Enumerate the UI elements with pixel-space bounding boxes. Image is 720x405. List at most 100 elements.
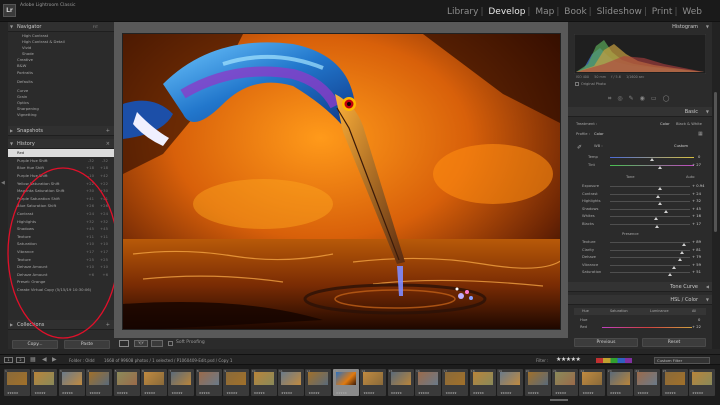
- filmstrip-thumbnail[interactable]: 5 ★★★★★: [113, 369, 140, 396]
- basic-header[interactable]: Basic ▼: [568, 107, 712, 117]
- color-label-filter[interactable]: [596, 358, 632, 363]
- paste-button[interactable]: Paste: [64, 340, 110, 349]
- module-map[interactable]: Map: [535, 7, 554, 17]
- module-develop[interactable]: Develop: [488, 7, 525, 17]
- filmstrip-thumbnail[interactable]: 25 ★★★★★: [661, 369, 688, 396]
- clear-history-icon[interactable]: ×: [106, 139, 110, 149]
- filmstrip-thumbnail[interactable]: 17 ★★★★★: [442, 369, 469, 396]
- slider-knob[interactable]: [680, 250, 684, 254]
- filmstrip-thumbnail[interactable]: 13 ★★★★★: [332, 369, 359, 396]
- filmstrip-thumbnail[interactable]: 6 ★★★★★: [141, 369, 167, 396]
- snapshots-header[interactable]: ▶ Snapshots +: [8, 126, 114, 137]
- slider-knob[interactable]: [668, 273, 672, 277]
- radial-tool-icon[interactable]: ◯: [663, 95, 676, 102]
- reset-button[interactable]: Reset: [642, 338, 706, 347]
- develop-photo[interactable]: [122, 33, 561, 330]
- slider-knob[interactable]: [654, 217, 659, 221]
- temp-value[interactable]: 0: [698, 155, 700, 159]
- hsl-tab-saturation[interactable]: Saturation: [610, 308, 628, 315]
- filmstrip-thumbnail[interactable]: 2 ★★★★★: [31, 369, 58, 396]
- slider-value[interactable]: + 32: [692, 199, 701, 203]
- hsl-hue-value[interactable]: 0: [698, 318, 700, 322]
- right-scrollbar[interactable]: [712, 22, 720, 349]
- tone-curve-header[interactable]: Tone Curve ◀: [568, 282, 712, 292]
- slider-knob[interactable]: [681, 243, 686, 246]
- module-library[interactable]: Library: [447, 7, 478, 17]
- navigator-header[interactable]: ▼ Navigator FIT: [8, 22, 114, 32]
- tint-slider[interactable]: [610, 165, 694, 166]
- page-1-icon[interactable]: 1: [4, 357, 13, 363]
- navigator-fit[interactable]: FIT: [93, 22, 98, 32]
- filmstrip-source[interactable]: Folder : Oldd: [69, 358, 95, 363]
- adjustment-slider[interactable]: [610, 216, 690, 218]
- filmstrip-scrollbar[interactable]: [0, 398, 720, 402]
- profile-dropdown[interactable]: Color: [594, 132, 604, 136]
- filmstrip-thumbnail[interactable]: 7 ★★★★★: [168, 369, 195, 396]
- filmstrip-thumbnail[interactable]: 16 ★★★★★: [415, 369, 441, 396]
- histogram-header[interactable]: Histogram ▼: [568, 22, 712, 32]
- filmstrip-thumbnail[interactable]: 20 ★★★★★: [524, 369, 551, 396]
- profile-browser-icon[interactable]: ▦: [698, 131, 703, 137]
- slider-knob[interactable]: [655, 225, 660, 228]
- wb-eyedropper-icon[interactable]: ✐: [577, 144, 582, 151]
- auto-tone-button[interactable]: Auto: [686, 175, 695, 179]
- slider-knob[interactable]: [657, 187, 662, 190]
- filmstrip-thumbnail[interactable]: 11 ★★★★★: [278, 369, 304, 396]
- red-eye-icon[interactable]: ◉: [640, 95, 651, 102]
- hsl-header[interactable]: HSL / Color ▼: [568, 295, 712, 305]
- filmstrip-thumbnail[interactable]: 14 ★★★★★: [360, 369, 387, 396]
- original-photo-checkbox[interactable]: [575, 82, 579, 86]
- adjustment-slider[interactable]: [610, 249, 690, 251]
- before-after-options-icon[interactable]: [151, 340, 163, 347]
- module-web[interactable]: Web: [682, 7, 702, 17]
- module-book[interactable]: Book: [564, 7, 586, 17]
- copy-button[interactable]: Copy...: [12, 340, 58, 349]
- slider-value[interactable]: + 45: [692, 207, 701, 211]
- slider-knob[interactable]: [664, 209, 668, 213]
- hsl-red-value[interactable]: + 22: [692, 325, 701, 329]
- module-print[interactable]: Print: [652, 7, 673, 17]
- history-header[interactable]: ▼ History ×: [8, 139, 114, 150]
- adjustment-slider[interactable]: [610, 186, 690, 187]
- forward-arrow-icon[interactable]: ▶: [52, 356, 57, 363]
- slider-value[interactable]: + 81: [692, 248, 701, 252]
- adjustment-slider[interactable]: [610, 242, 690, 243]
- filmstrip-thumbnail[interactable]: 21 ★★★★★: [552, 369, 578, 396]
- back-arrow-icon[interactable]: ◀: [42, 356, 47, 363]
- slider-value[interactable]: + 59: [692, 263, 701, 267]
- wb-dropdown[interactable]: Custom: [674, 144, 688, 148]
- page-2-icon[interactable]: 2: [16, 357, 25, 363]
- module-slideshow[interactable]: Slideshow: [597, 7, 642, 17]
- filmstrip-thumbnail[interactable]: 4 ★★★★★: [86, 369, 113, 396]
- slider-knob[interactable]: [657, 202, 662, 206]
- filmstrip-thumbnail[interactable]: 22 ★★★★★: [579, 369, 606, 396]
- filmstrip-thumbnail[interactable]: 18 ★★★★★: [469, 369, 496, 396]
- add-snapshot-icon[interactable]: +: [106, 126, 110, 136]
- slider-value[interactable]: + 79: [692, 255, 701, 259]
- adjustment-slider[interactable]: [610, 208, 690, 210]
- filmstrip-thumbnail[interactable]: 10 ★★★★★: [250, 369, 277, 396]
- before-after-icon[interactable]: Y|Y: [134, 340, 148, 347]
- grid-view-icon[interactable]: ▦: [30, 356, 36, 363]
- slider-value[interactable]: + 16: [692, 214, 701, 218]
- filmstrip-thumbnail[interactable]: 26 ★★★★★: [689, 369, 715, 396]
- filmstrip-thumbnail[interactable]: 15 ★★★★★: [387, 369, 414, 396]
- filmstrip-thumbnail[interactable]: 1 ★★★★★: [4, 369, 30, 396]
- adjustment-slider[interactable]: [610, 193, 690, 195]
- filmstrip-thumbnail[interactable]: 23 ★★★★★: [606, 369, 633, 396]
- slider-value[interactable]: + 0.94: [692, 184, 704, 188]
- crop-tool-icon[interactable]: ⌗: [608, 95, 617, 102]
- history-item[interactable]: Red: [8, 149, 114, 157]
- tint-value[interactable]: + 27: [692, 163, 701, 167]
- tint-slider-knob[interactable]: [658, 166, 662, 169]
- brush-tool-icon[interactable]: ✎: [629, 95, 640, 102]
- custom-filter-dropdown[interactable]: Custom Filter: [654, 357, 710, 364]
- filmstrip-thumbnail[interactable]: 8 ★★★★★: [195, 369, 222, 396]
- filmstrip-thumbnail[interactable]: 19 ★★★★★: [497, 369, 524, 396]
- hsl-tab-all[interactable]: All: [692, 308, 696, 315]
- slider-knob[interactable]: [678, 258, 683, 262]
- treatment-color-toggle[interactable]: Color: [660, 122, 670, 126]
- rating-filter-stars[interactable]: ★★★★★: [556, 356, 581, 363]
- filmstrip-thumbnail[interactable]: 12 ★★★★★: [305, 369, 332, 396]
- hsl-tab-hue[interactable]: Hue: [582, 308, 589, 315]
